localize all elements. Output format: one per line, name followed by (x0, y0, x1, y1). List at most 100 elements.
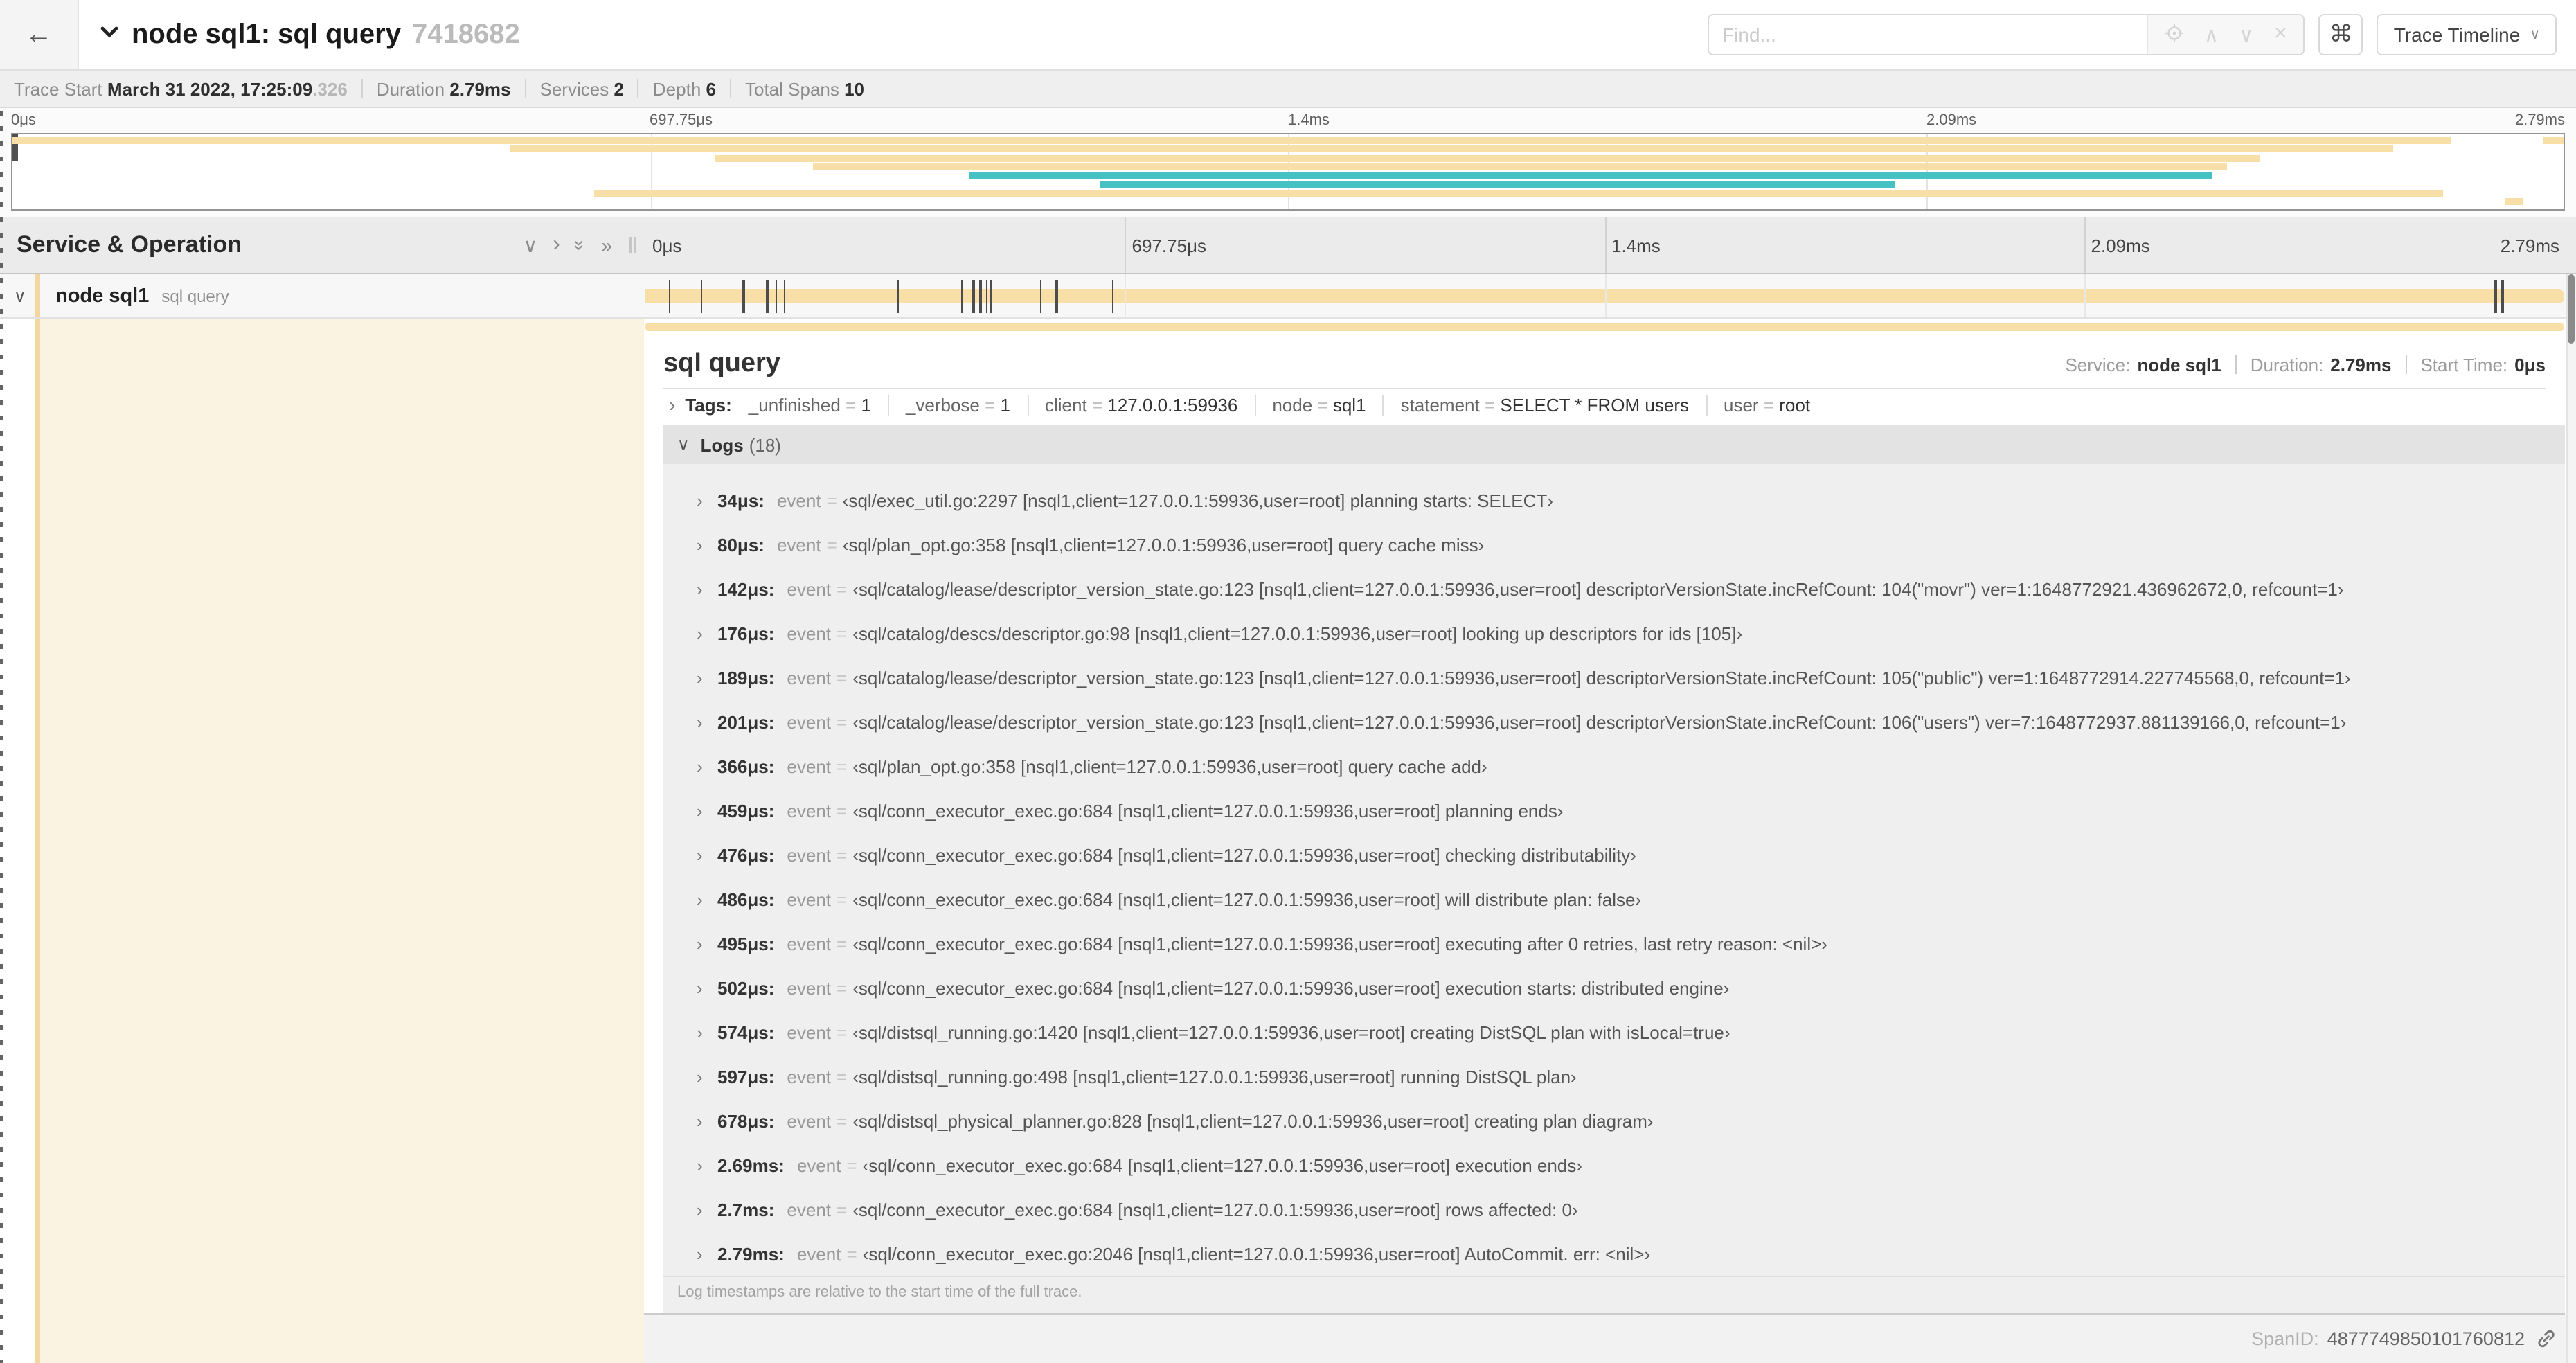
service-operation-header: Service & Operation ∨ › » » (0, 217, 644, 273)
log-expand-icon[interactable]: › (697, 711, 717, 732)
log-timestamp: 201μs: (717, 711, 775, 732)
back-button[interactable]: ← (0, 0, 79, 69)
tag-item[interactable]: node = sql1 (1272, 394, 1384, 415)
log-row[interactable]: › 459μs: event = ‹sql/conn_executor_exec.go:… (663, 788, 2565, 832)
span-row[interactable]: ∨ node sql1 sql query (0, 274, 2576, 319)
logs-collapse-icon[interactable]: ∨ (677, 435, 690, 454)
log-expand-icon[interactable]: › (697, 977, 717, 998)
log-row[interactable]: › 142μs: event = ‹sql/catalog/lease/descript… (663, 567, 2565, 611)
log-field-name: event (787, 889, 832, 909)
log-row[interactable]: › 2.7ms: event = ‹sql/conn_executor_exec.go:… (663, 1187, 2565, 1231)
log-row[interactable]: › 34μs: event = ‹sql/exec_util.go:2297 [nsql… (663, 478, 2565, 522)
log-event-tick (668, 280, 671, 312)
log-row[interactable]: › 486μs: event = ‹sql/conn_executor_exec.go:… (663, 877, 2565, 921)
next-result-icon[interactable]: ∨ (2239, 25, 2254, 44)
tag-item[interactable]: _unfinished = 1 (749, 394, 889, 415)
log-row[interactable]: › 80μs: event = ‹sql/plan_opt.go:358 [nsql1,… (663, 522, 2565, 567)
log-row[interactable]: › 678μs: event = ‹sql/distsql_physical_plann… (663, 1098, 2565, 1143)
log-expand-icon[interactable]: › (697, 1066, 717, 1087)
log-expand-icon[interactable]: › (697, 667, 717, 688)
minimap-canvas[interactable] (11, 133, 2565, 211)
tag-item[interactable]: client = 127.0.0.1:59936 (1045, 394, 1256, 415)
expand-all-icon[interactable]: » (601, 234, 612, 256)
span-id-label: SpanID: (2251, 1328, 2319, 1349)
vertical-scrollbar[interactable] (2566, 274, 2576, 1363)
keyboard-shortcuts-button[interactable]: ⌘ (2318, 14, 2363, 55)
clear-search-icon[interactable]: × (2274, 23, 2287, 46)
log-event-tick (766, 280, 769, 312)
expand-one-icon[interactable]: › (553, 233, 560, 258)
log-expand-icon[interactable]: › (697, 800, 717, 821)
log-expand-icon[interactable]: › (697, 623, 717, 643)
log-field-value: ‹sql/exec_util.go:2297 [nsql1,client=127… (842, 490, 1553, 510)
summary-item: Services 2 (539, 78, 624, 99)
log-expand-icon[interactable]: › (697, 1243, 717, 1264)
summary-item: Depth 6 (652, 78, 716, 99)
tag-item[interactable]: _verbose = 1 (906, 394, 1028, 415)
log-expand-icon[interactable]: › (697, 756, 717, 776)
deep-link-icon[interactable] (2536, 1328, 2557, 1349)
minimap-time-label: 2.09ms (1926, 112, 1977, 129)
collapse-all-icon[interactable]: » (570, 240, 592, 251)
log-row[interactable]: › 574μs: event = ‹sql/distsql_running.go:142… (663, 1010, 2565, 1054)
log-row[interactable]: › 201μs: event = ‹sql/catalog/lease/descript… (663, 700, 2565, 744)
log-expand-icon[interactable]: › (697, 1022, 717, 1042)
detail-left-rail (0, 319, 644, 1363)
detail-meta-item: Start Time: 0μs (2420, 354, 2546, 375)
log-expand-icon[interactable]: › (697, 578, 717, 599)
log-expand-icon[interactable]: › (697, 534, 717, 555)
prev-result-icon[interactable]: ∧ (2204, 25, 2219, 44)
log-event-tick (775, 280, 778, 312)
log-event-tick (2501, 280, 2504, 312)
log-row[interactable]: › 189μs: event = ‹sql/catalog/lease/descript… (663, 655, 2565, 700)
logs-section: ∨ Logs (18) › 34μs: event = ‹sql/exec_util.g… (663, 425, 2565, 1313)
log-expand-icon[interactable]: › (697, 490, 717, 510)
tag-item[interactable]: statement = SELECT * FROM users (1401, 394, 1707, 415)
log-timestamp: 678μs: (717, 1110, 775, 1131)
span-row-name-column[interactable]: ∨ node sql1 sql query (0, 274, 644, 319)
log-timestamp: 2.7ms: (717, 1199, 775, 1220)
log-row[interactable]: › 176μs: event = ‹sql/catalog/descs/descript… (663, 611, 2565, 655)
log-row[interactable]: › 495μs: event = ‹sql/conn_executor_exec.go:… (663, 921, 2565, 965)
log-expand-icon[interactable]: › (697, 889, 717, 909)
minimap-span-bar (12, 137, 2451, 145)
log-expand-icon[interactable]: › (697, 1199, 717, 1220)
log-row[interactable]: › 2.69ms: event = ‹sql/conn_executor_exec.go… (663, 1143, 2565, 1187)
span-collapse-icon[interactable]: ∨ (14, 286, 33, 305)
collapse-one-icon[interactable]: ∨ (524, 233, 538, 257)
log-row[interactable]: › 366μs: event = ‹sql/plan_opt.go:358 [nsql1… (663, 744, 2565, 788)
view-selector-button[interactable]: Trace Timeline ∨ (2377, 14, 2557, 55)
tags-row[interactable]: › Tags: _unfinished = 1 _verbose = 1 clien… (644, 389, 2565, 420)
timeline-grid-line (1604, 274, 1606, 317)
top-bar-controls: ∧ ∨ × ⌘ Trace Timeline ∨ (1707, 14, 2557, 55)
span-row-timeline[interactable] (644, 274, 2576, 319)
column-resizer-grip[interactable] (629, 237, 636, 253)
log-field-name: event (796, 1243, 841, 1264)
log-field-name: event (787, 1110, 832, 1131)
log-row[interactable]: › 476μs: event = ‹sql/conn_executor_exec.go:… (663, 832, 2565, 877)
locate-icon[interactable] (2164, 24, 2183, 46)
log-field-name: event (787, 1066, 832, 1087)
left-edge-resizer[interactable] (0, 111, 2, 1363)
log-expand-icon[interactable]: › (697, 1155, 717, 1175)
log-row[interactable]: › 502μs: event = ‹sql/conn_executor_exec.go:… (663, 965, 2565, 1010)
summary-item: Duration 2.79ms (376, 78, 511, 99)
logs-footer-note: Log timestamps are relative to the start… (663, 1276, 2565, 1313)
logs-header[interactable]: ∨ Logs (18) (663, 425, 2565, 464)
log-expand-icon[interactable]: › (697, 844, 717, 865)
log-expand-icon[interactable]: › (697, 933, 717, 954)
log-field-value: ‹sql/plan_opt.go:358 [nsql1,client=127.0… (852, 756, 1487, 776)
find-input[interactable] (1708, 15, 2147, 54)
log-event-tick (990, 280, 992, 312)
collapse-chevron-icon[interactable] (98, 20, 120, 49)
tags-expand-icon[interactable]: › (669, 393, 675, 416)
log-row[interactable]: › 2.79ms: event = ‹sql/conn_executor_exec.go… (663, 1231, 2565, 1276)
chevron-down-icon: ∨ (2530, 27, 2540, 42)
timeline-axis-header: 0μs 697.75μs 1.4ms 2.09ms 2.79ms (644, 217, 2576, 273)
log-row[interactable]: › 597μs: event = ‹sql/distsql_running.go:498… (663, 1054, 2565, 1098)
log-expand-icon[interactable]: › (697, 1110, 717, 1131)
scrollbar-thumb[interactable] (2568, 274, 2575, 344)
tag-item[interactable]: user = root (1724, 394, 1827, 415)
log-timestamp: 366μs: (717, 756, 775, 776)
log-timestamp: 476μs: (717, 844, 775, 865)
